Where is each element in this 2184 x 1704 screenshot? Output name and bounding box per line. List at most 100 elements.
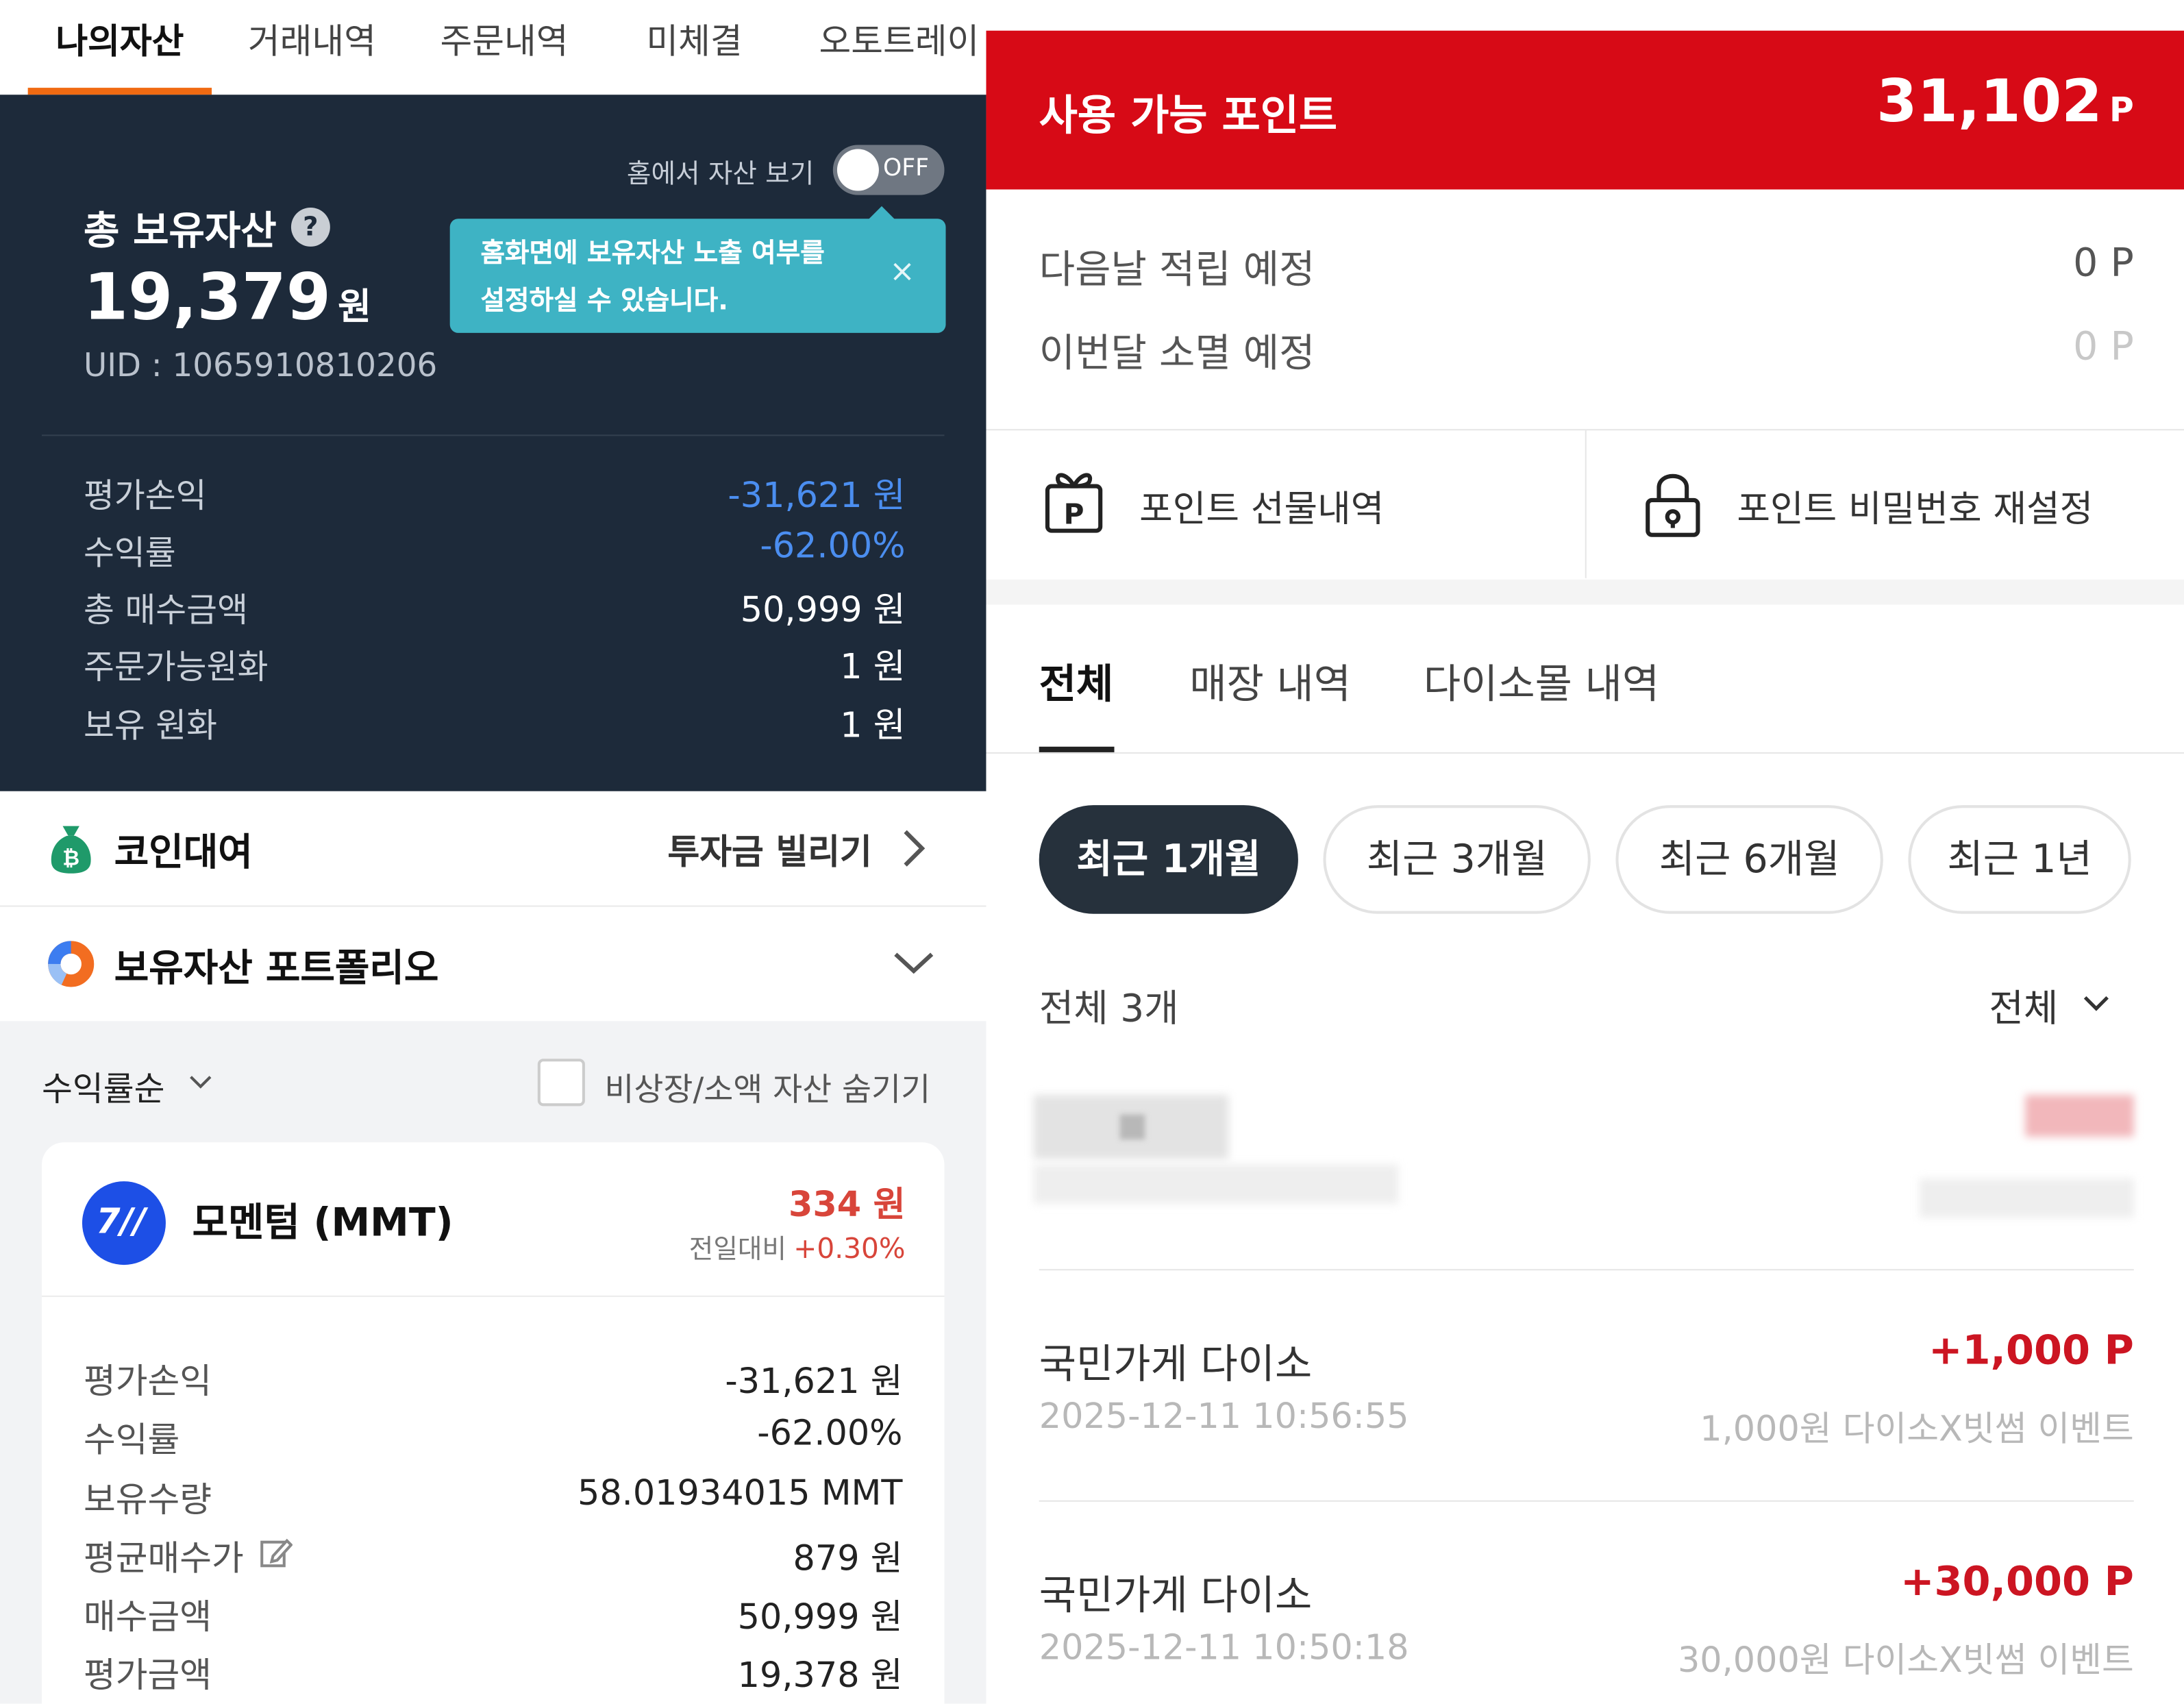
tab-orders[interactable]: 주문내역 (440, 14, 568, 64)
asset-value-quantity: 58.01934015 MMT (577, 1472, 903, 1514)
portfolio-row[interactable]: 보유자산 포트폴리오 (0, 906, 986, 1022)
tab-mall-history[interactable]: 다이소몰 내역 (1424, 652, 1659, 711)
total-amount-value: 19,379 (83, 259, 331, 334)
transaction-description: 30,000원 다이소X빗썸 이벤트 (1677, 1640, 2134, 1680)
summary-label-orderable-krw: 주문가능원화 (83, 647, 269, 687)
card-divider (41, 1295, 945, 1297)
coin-lending-row[interactable]: ₿ 코인대여 투자금 빌리기 (0, 791, 986, 907)
period-3-months[interactable]: 최근 3개월 (1323, 805, 1591, 914)
asset-label-avg-price: 평균매수가 (83, 1538, 244, 1579)
reset-password-label: 포인트 비밀번호 재설정 (1737, 489, 2094, 531)
tooltip-line-2: 설정하실 수 있습니다. (480, 285, 728, 317)
asset-label-buy-amount: 매수금액 (83, 1596, 212, 1637)
gift-history-label: 포인트 선물내역 (1139, 489, 1385, 531)
reset-password-button[interactable]: 포인트 비밀번호 재설정 (1587, 430, 2184, 578)
help-icon[interactable]: ? (290, 207, 330, 247)
tooltip-line-1: 홈화면에 보유자산 노출 여부를 (480, 238, 825, 269)
total-count: 전체 3개 (1039, 987, 1179, 1031)
transaction-points: +30,000 P (1900, 1557, 2134, 1605)
summary-label-held-krw: 보유 원화 (83, 706, 218, 745)
coin-lending-title: 코인대여 (114, 831, 253, 875)
asset-value-pnl: -31,621 원 (725, 1361, 903, 1402)
sort-chevron-icon (190, 1076, 212, 1089)
divider (1039, 1500, 2134, 1502)
section-divider (986, 579, 2184, 605)
total-assets-amount: 19,379 원 (84, 259, 371, 334)
redacted-points (2025, 1095, 2134, 1137)
next-day-accrual-label: 다음날 적립 예정 (1039, 246, 1315, 293)
portfolio-title: 보유자산 포트폴리오 (114, 947, 439, 991)
summary-label-return: 수익률 (83, 533, 176, 573)
tab-auto-trade[interactable]: 오토트레이 (819, 14, 979, 64)
edit-icon[interactable] (259, 1537, 293, 1570)
sort-dropdown[interactable]: 수익률순 (42, 1061, 165, 1110)
summary-label-total-buy: 총 매수금액 (83, 591, 248, 630)
chevron-down-icon (2083, 996, 2109, 1011)
asset-label-eval-amount: 평가금액 (83, 1655, 212, 1696)
home-asset-toggle-label: 홈에서 자산 보기 (626, 158, 815, 190)
chevron-down-icon[interactable] (891, 949, 936, 977)
available-points-bar: 사용 가능 포인트 31,102 P (986, 30, 2184, 190)
tab-all[interactable]: 전체 (1039, 652, 1114, 711)
summary-label-pnl: 평가손익 (83, 476, 207, 516)
transaction-points: +1,000 P (1928, 1326, 2134, 1374)
transaction-description: 1,000원 다이소X빗썸 이벤트 (1700, 1408, 2134, 1449)
exchange-asset-panel: 나의자산 거래내역 주문내역 미체결 오토트레이 홈에서 자산 보기 OFF 홈… (0, 0, 986, 1704)
top-tab-bar: 나의자산 거래내역 주문내역 미체결 오토트레이 (0, 0, 986, 97)
available-points-amount: 31,102 P (1876, 67, 2134, 136)
redacted-description (1919, 1178, 2134, 1218)
svg-text:P: P (1064, 497, 1084, 530)
month-expiry-value: 0 P (2073, 323, 2134, 369)
asset-change: 전일대비 +0.30% (689, 1228, 906, 1266)
active-tab-indicator (27, 88, 212, 95)
tooltip-arrow (867, 206, 896, 221)
points-panel: 사용 가능 포인트 31,102 P 다음날 적립 예정 0 P 이번달 소멸 … (986, 0, 2184, 1704)
asset-price: 334 원 (788, 1184, 906, 1225)
change-value: +0.30% (793, 1231, 906, 1265)
period-1-year[interactable]: 최근 1년 (1908, 805, 2131, 914)
transaction-store: 국민가게 다이소 (1039, 1339, 1313, 1388)
transaction-time: 2025-12-11 10:56:55 (1039, 1396, 1409, 1437)
divider (1039, 1269, 2134, 1271)
hide-small-assets-label: 비상장/소액 자산 숨기기 (604, 1072, 931, 1109)
transaction-time: 2025-12-11 10:50:18 (1039, 1627, 1409, 1668)
tab-my-assets[interactable]: 나의자산 (55, 14, 184, 64)
asset-name: 모멘텀 (MMT) (192, 1199, 454, 1246)
asset-label-pnl: 평가손익 (83, 1361, 212, 1402)
tooltip-text: 홈화면에 보유자산 노출 여부를 설정하실 수 있습니다. (480, 230, 824, 324)
summary-value-pnl: -31,621 원 (728, 475, 906, 516)
home-asset-toggle[interactable]: OFF (832, 145, 945, 195)
pie-chart-icon (48, 941, 95, 987)
month-expiry-label: 이번달 소멸 예정 (1039, 330, 1315, 376)
toggle-state: OFF (883, 154, 929, 183)
uid-text: UID : 1065910810206 (83, 348, 438, 385)
tab-store-history[interactable]: 매장 내역 (1189, 652, 1351, 711)
tab-pending[interactable]: 미체결 (646, 14, 742, 64)
available-points-value: 31,102 (1876, 66, 2102, 136)
gift-history-button[interactable]: P 포인트 선물내역 (986, 430, 1585, 578)
redacted-timestamp (1033, 1164, 1399, 1204)
close-icon[interactable]: × (889, 255, 915, 290)
svg-text:₿: ₿ (62, 847, 79, 871)
period-6-months[interactable]: 최근 6개월 (1615, 805, 1883, 914)
mmt-logo: 7// (82, 1181, 166, 1265)
hide-small-assets-checkbox[interactable] (537, 1059, 585, 1107)
borrow-link[interactable]: 투자금 빌리기 (667, 825, 871, 875)
available-points-unit: P (2109, 90, 2134, 130)
total-assets-section: 홈에서 자산 보기 OFF 홈화면에 보유자산 노출 여부를 설정하실 수 있습… (0, 95, 986, 791)
gift-icon: P (1045, 473, 1103, 533)
divider (986, 752, 2184, 754)
asset-value-avg-price: 879 원 (793, 1538, 903, 1579)
available-points-label: 사용 가능 포인트 (1039, 92, 1338, 141)
asset-label-quantity: 보유수량 (83, 1479, 212, 1520)
home-asset-tooltip: 홈화면에 보유자산 노출 여부를 설정하실 수 있습니다. × (449, 219, 946, 333)
money-bag-icon: ₿ (51, 826, 91, 874)
filter-dropdown[interactable]: 전체 (1989, 978, 2058, 1032)
period-1-month[interactable]: 최근 1개월 (1039, 805, 1298, 914)
chevron-right-icon (904, 830, 926, 867)
asset-value-return: -62.00% (757, 1412, 903, 1453)
summary-value-total-buy: 50,999 원 (740, 589, 906, 630)
next-day-accrual-value: 0 P (2073, 239, 2134, 286)
transaction-store: 국민가게 다이소 (1039, 1571, 1313, 1619)
tab-transactions[interactable]: 거래내역 (248, 14, 376, 64)
